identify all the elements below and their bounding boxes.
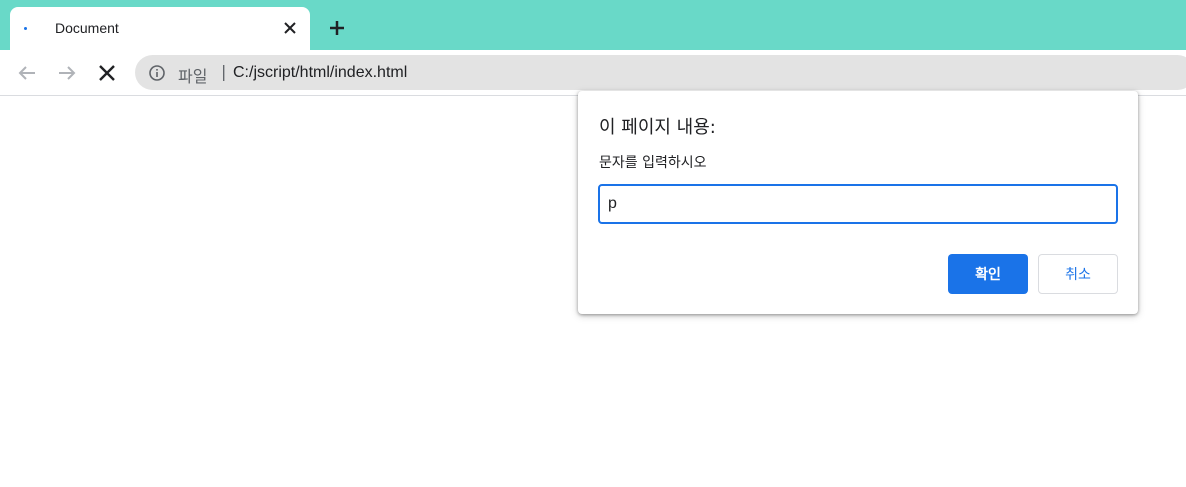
tab-title: Document [55,20,119,36]
browser-toolbar: 파일 | C:/jscript/html/index.html [0,50,1186,96]
tab-document[interactable]: Document [10,7,310,50]
favicon-icon [24,27,27,30]
tab-close-icon[interactable] [280,18,300,38]
url-scheme-label: 파일 [178,67,208,86]
cancel-button[interactable]: 취소 [1038,254,1118,294]
site-info-icon[interactable] [148,64,166,82]
forward-arrow-icon[interactable] [55,61,79,85]
url-text[interactable]: C:/jscript/html/index.html [233,64,407,82]
stop-loading-close-icon[interactable] [95,61,119,85]
prompt-dialog: 이 페이지 내용: 문자를 입력하시오 확인 취소 [578,91,1138,314]
prompt-input[interactable] [598,184,1118,224]
tab-strip: Document [0,0,1186,50]
dialog-title: 이 페이지 내용: [599,117,716,138]
new-tab-plus-icon[interactable] [326,17,348,39]
url-separator: | [221,62,227,81]
address-bar[interactable]: 파일 | C:/jscript/html/index.html [135,55,1186,90]
ok-button[interactable]: 확인 [948,254,1028,294]
back-arrow-icon[interactable] [15,61,39,85]
dialog-message: 문자를 입력하시오 [599,155,707,171]
